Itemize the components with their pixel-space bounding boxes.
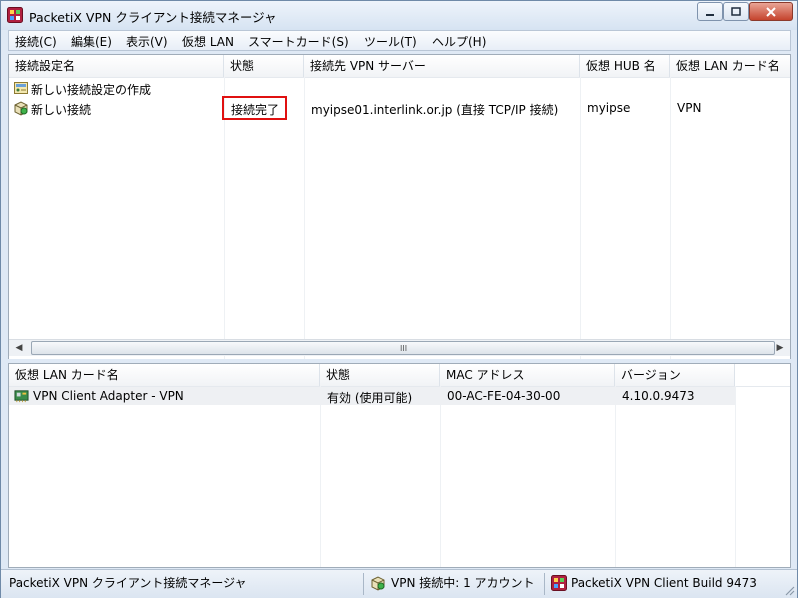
status-vpn-connections: VPN 接続中: 1 アカウント (391, 576, 535, 590)
adapter-list[interactable]: 仮想 LAN カード名 状態 MAC アドレス バージョン VPN Client… (8, 363, 791, 568)
status-separator (363, 573, 364, 595)
col-header-mac-address[interactable]: MAC アドレス (440, 364, 615, 386)
column-divider (304, 77, 305, 359)
column-divider (580, 77, 581, 359)
lan-card-name: VPN (677, 101, 702, 115)
vpn-status-icon (371, 576, 385, 591)
minimize-button[interactable] (697, 2, 723, 21)
close-icon (766, 6, 776, 17)
connection-name: 新しい接続 (31, 103, 92, 117)
scroll-left-icon[interactable]: ◀ (12, 342, 26, 354)
window-title: PacketiX VPN クライアント接続マネージャ (29, 10, 277, 25)
adapter-version: 4.10.0.9473 (622, 389, 695, 403)
minimize-icon (706, 13, 714, 16)
menu-connect[interactable]: 接続(C) (15, 33, 57, 50)
maximize-button[interactable] (723, 2, 749, 21)
menu-smartcard[interactable]: スマートカード(S) (248, 33, 349, 50)
col-header-lan-card[interactable]: 仮想 LAN カード名 (670, 55, 790, 77)
connected-icon (14, 101, 28, 116)
adapter-name: VPN Client Adapter - VPN (33, 389, 184, 403)
status-highlight-box (222, 96, 287, 120)
menu-bar: 接続(C) 編集(E) 表示(V) 仮想 LAN スマートカード(S) ツール(… (8, 30, 791, 51)
scroll-grip: III (400, 344, 408, 353)
status-build: PacketiX VPN Client Build 9473 (571, 576, 757, 590)
title-bar[interactable]: PacketiX VPN クライアント接続マネージャ (1, 1, 797, 30)
col-header-adapter-name[interactable]: 仮想 LAN カード名 (9, 364, 320, 386)
menu-help[interactable]: ヘルプ(H) (432, 33, 486, 50)
close-button[interactable] (749, 2, 793, 21)
main-window: PacketiX VPN クライアント接続マネージャ 接続(C) 編集(E) 表… (0, 0, 798, 598)
status-separator (544, 573, 545, 595)
column-divider (440, 386, 441, 567)
app-icon (7, 7, 23, 23)
status-bar: PacketiX VPN クライアント接続マネージャ VPN 接続中: 1 アカ… (1, 569, 797, 598)
column-divider (735, 386, 736, 567)
build-app-icon (551, 575, 567, 591)
table-row[interactable]: 新しい接続 接続完了 myipse01.interlink.or.jp (直接 … (9, 98, 790, 118)
menu-virtual-lan[interactable]: 仮想 LAN (182, 33, 234, 50)
menu-tools[interactable]: ツール(T) (364, 33, 417, 50)
col-header-version[interactable]: バージョン (615, 364, 735, 386)
connection-list[interactable]: 接続設定名 状態 接続先 VPN サーバー 仮想 HUB 名 仮想 LAN カー… (8, 54, 791, 360)
scroll-right-icon[interactable]: ▶ (773, 342, 787, 354)
connection-name: 新しい接続設定の作成 (31, 83, 152, 97)
list-item[interactable]: 新しい接続設定の作成 (9, 79, 790, 97)
scroll-thumb[interactable]: III (31, 341, 775, 355)
table-row[interactable]: VPN Client Adapter - VPN 有効 (使用可能) 00-AC… (9, 387, 735, 405)
col-header-vpn-server[interactable]: 接続先 VPN サーバー (304, 55, 580, 77)
col-header-status[interactable]: 状態 (224, 55, 304, 77)
resize-grip-icon[interactable] (783, 584, 795, 596)
network-adapter-icon (14, 390, 29, 403)
header-divider (9, 77, 790, 78)
col-header-connection-name[interactable]: 接続設定名 (9, 55, 224, 77)
status-app-name: PacketiX VPN クライアント接続マネージャ (9, 576, 247, 590)
vpn-server: myipse01.interlink.or.jp (直接 TCP/IP 接続) (311, 103, 559, 117)
hub-name: myipse (587, 101, 631, 115)
menu-view[interactable]: 表示(V) (126, 33, 168, 50)
horizontal-scrollbar[interactable]: ◀ III ▶ (9, 339, 790, 356)
mac-address: 00-AC-FE-04-30-00 (447, 389, 561, 403)
menu-edit[interactable]: 編集(E) (71, 33, 112, 50)
maximize-icon (731, 6, 741, 16)
col-header-hub-name[interactable]: 仮想 HUB 名 (580, 55, 670, 77)
column-divider (615, 386, 616, 567)
col-header-adapter-status[interactable]: 状態 (320, 364, 440, 386)
column-divider (670, 77, 671, 359)
new-connection-icon (14, 82, 28, 94)
adapter-status: 有効 (使用可能) (327, 391, 413, 405)
column-divider (320, 386, 321, 567)
